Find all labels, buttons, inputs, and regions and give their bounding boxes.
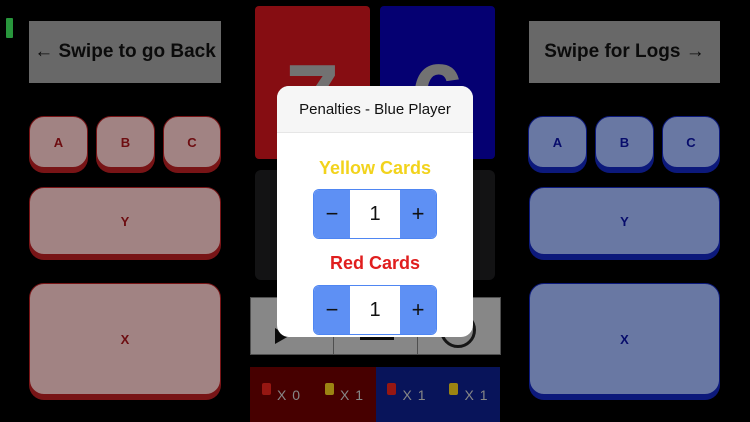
- red-cards-label: Red Cards: [329, 253, 421, 273]
- red-cards-stepper: − 1 +: [313, 285, 437, 335]
- yellow-decrement-button[interactable]: −: [314, 190, 350, 238]
- penalties-modal: Penalties - Blue Player Yellow Cards − 1…: [277, 86, 473, 337]
- red-increment-button[interactable]: +: [400, 286, 436, 334]
- yellow-cards-label: Yellow Cards: [318, 158, 432, 178]
- red-decrement-button[interactable]: −: [314, 286, 350, 334]
- red-cards-value: 1: [350, 286, 400, 334]
- modal-title: Penalties - Blue Player: [277, 86, 473, 133]
- yellow-increment-button[interactable]: +: [400, 190, 436, 238]
- yellow-cards-stepper: − 1 +: [313, 189, 437, 239]
- yellow-cards-value: 1: [350, 190, 400, 238]
